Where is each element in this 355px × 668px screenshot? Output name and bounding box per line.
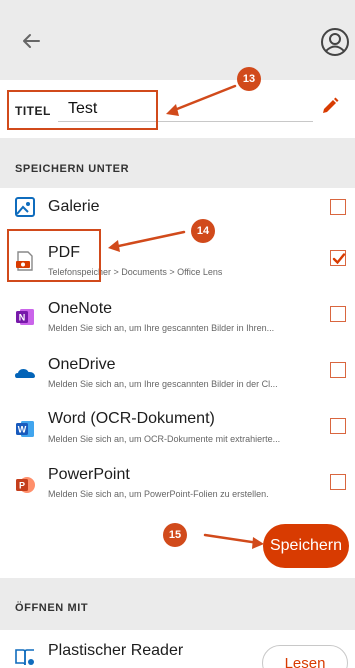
save-option-word[interactable]: W Word (OCR-Dokument) Melden Sie sich an… (0, 404, 355, 462)
title-label: TITEL (15, 104, 51, 118)
onenote-checkbox[interactable] (330, 306, 346, 322)
gallery-icon (15, 197, 35, 217)
onedrive-checkbox[interactable] (330, 362, 346, 378)
save-option-subtitle: Melden Sie sich an, um OCR-Dokumente mit… (48, 434, 281, 444)
word-checkbox[interactable] (330, 418, 346, 434)
checkmark-icon (332, 253, 346, 265)
top-bar (0, 0, 355, 80)
save-option-title: PowerPoint (48, 466, 130, 483)
save-option-title: Galerie (48, 198, 100, 215)
open-section-title: ÖFFNEN MIT (15, 602, 89, 614)
onedrive-icon (15, 369, 35, 378)
save-option-subtitle: Melden Sie sich an, um PowerPoint-Folien… (48, 489, 269, 499)
save-option-pdf[interactable]: PDF Telefonspeicher > Documents > Office… (0, 236, 355, 294)
svg-text:N: N (19, 313, 26, 323)
pdf-icon (16, 251, 33, 271)
svg-text:P: P (19, 481, 25, 491)
save-option-subtitle: Melden Sie sich an, um Ihre gescannten B… (48, 323, 275, 333)
save-option-subtitle: Melden Sie sich an, um Ihre gescannten B… (48, 379, 278, 389)
save-option-title: PDF (48, 244, 80, 261)
annotation-badge-15: 15 (163, 523, 187, 547)
save-option-onenote[interactable]: N OneNote Melden Sie sich an, um Ihre ge… (0, 292, 355, 350)
annotation-badge-14: 14 (191, 219, 215, 243)
save-option-title: OneNote (48, 300, 113, 317)
powerpoint-icon: P (16, 477, 35, 493)
open-option-title: Plastischer Reader (48, 642, 184, 659)
onenote-icon: N (16, 309, 34, 325)
word-icon: W (16, 421, 34, 437)
save-button[interactable]: Speichern (263, 524, 349, 568)
title-row: TITEL (0, 80, 355, 138)
svg-text:W: W (18, 425, 27, 435)
pencil-icon[interactable] (320, 96, 340, 116)
save-section-title: SPEICHERN UNTER (15, 163, 130, 175)
gallery-checkbox[interactable] (330, 199, 346, 215)
save-option-title: OneDrive (48, 356, 116, 373)
title-input[interactable] (58, 96, 313, 122)
user-profile-icon[interactable] (320, 27, 350, 57)
read-button[interactable]: Lesen (262, 645, 348, 668)
immersive-reader-icon (15, 649, 34, 666)
save-option-title: Word (OCR-Dokument) (48, 410, 215, 427)
back-arrow-icon[interactable] (18, 28, 44, 54)
annotation-badge-13: 13 (237, 67, 261, 91)
save-option-onedrive[interactable]: OneDrive Melden Sie sich an, um Ihre ges… (0, 348, 355, 406)
powerpoint-checkbox[interactable] (330, 474, 346, 490)
save-option-subtitle: Telefonspeicher > Documents > Office Len… (48, 267, 223, 277)
pdf-checkbox[interactable] (330, 250, 346, 266)
